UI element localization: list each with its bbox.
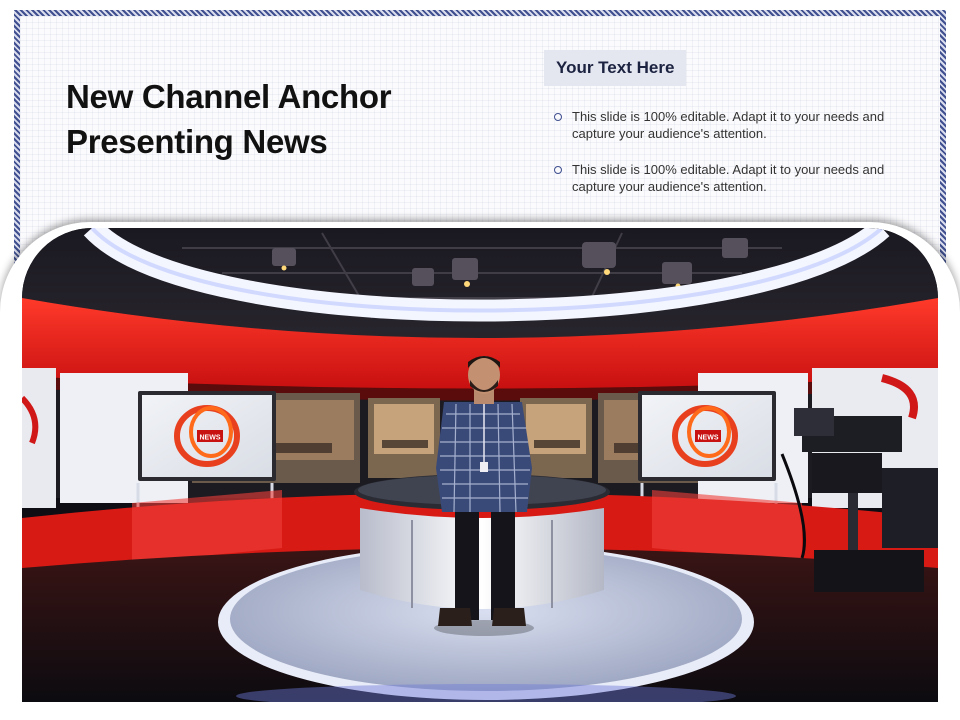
bullet-item: This slide is 100% editable. Adapt it to… [554, 161, 924, 195]
bullet-circle-icon [554, 166, 562, 174]
screen-logo-text: NEWS [200, 435, 221, 442]
bullet-list: This slide is 100% editable. Adapt it to… [554, 108, 924, 214]
studio-illustration: NEWS NEWS [22, 228, 938, 702]
screen-logo-text: NEWS [698, 435, 719, 442]
text-tag: Your Text Here [544, 50, 687, 86]
bullet-item: This slide is 100% editable. Adapt it to… [554, 108, 924, 142]
bullet-circle-icon [554, 113, 562, 121]
bullet-text: This slide is 100% editable. Adapt it to… [572, 109, 885, 141]
studio-photo: NEWS NEWS [22, 228, 938, 702]
slide-title: New Channel Anchor Presenting News [66, 78, 392, 160]
bullet-text: This slide is 100% editable. Adapt it to… [572, 162, 885, 194]
